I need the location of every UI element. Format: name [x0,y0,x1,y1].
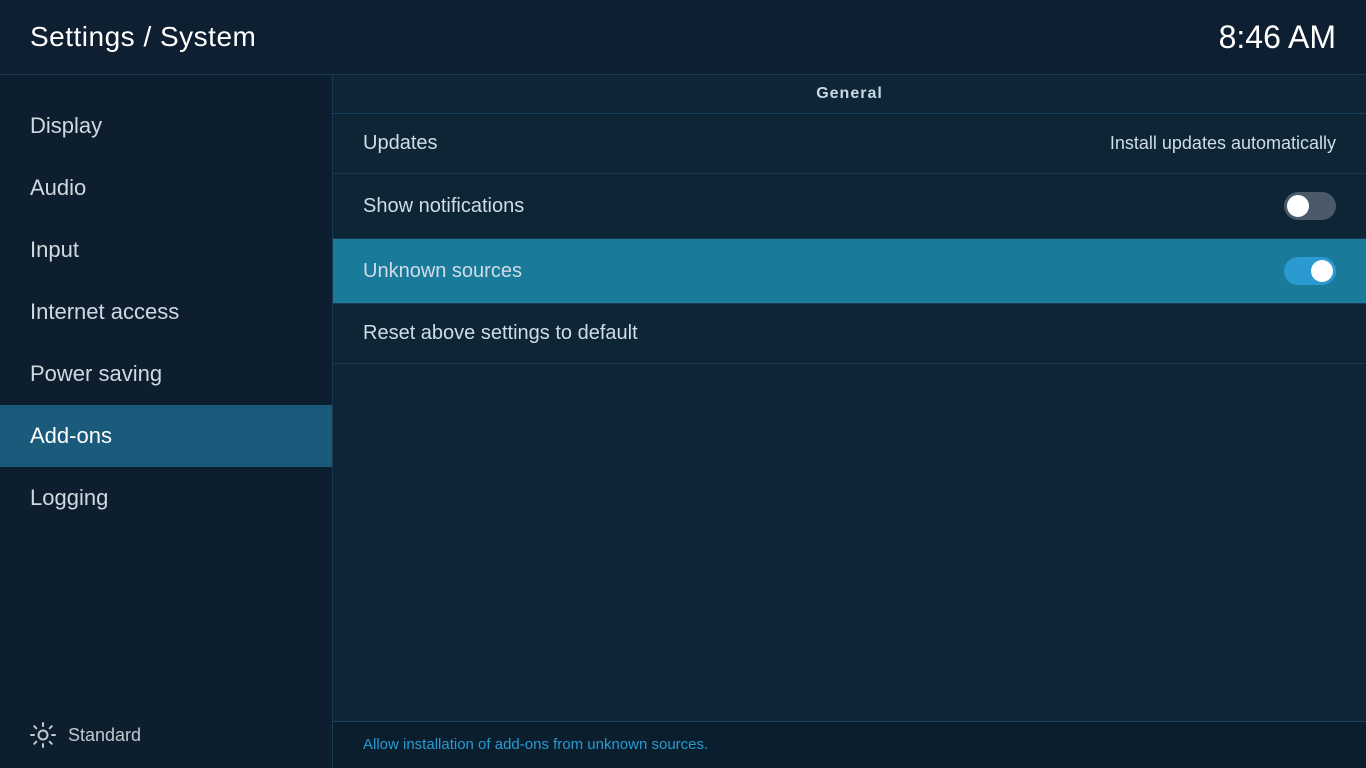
reset-label: Reset above settings to default [363,322,638,345]
setting-row-reset[interactable]: Reset above settings to default [333,304,1366,364]
toggle-knob-on [1311,260,1333,282]
setting-row-updates[interactable]: Updates Install updates automatically [333,114,1366,174]
toggle-knob [1287,195,1309,217]
updates-value: Install updates automatically [1110,133,1336,154]
sidebar-item-input[interactable]: Input [0,219,332,281]
sidebar-item-logging[interactable]: Logging [0,467,332,529]
sidebar-item-power-saving[interactable]: Power saving [0,343,332,405]
sidebar-footer: Standard [0,702,332,768]
setting-row-show-notifications[interactable]: Show notifications [333,174,1366,239]
header: Settings / System 8:46 AM [0,0,1366,75]
footer-description: Allow installation of add-ons from unkno… [363,736,708,753]
show-notifications-toggle[interactable] [1284,192,1336,220]
sidebar-item-audio[interactable]: Audio [0,157,332,219]
gear-icon [30,722,56,748]
standard-label: Standard [68,725,141,746]
setting-row-unknown-sources[interactable]: Unknown sources [333,239,1366,304]
updates-label: Updates [363,132,438,155]
content-area: General Updates Install updates automati… [333,75,1366,768]
settings-list: Updates Install updates automatically Sh… [333,114,1366,721]
sidebar: Display Audio Input Internet access Powe… [0,75,333,768]
page-title: Settings / System [30,21,256,53]
content-footer: Allow installation of add-ons from unkno… [333,721,1366,768]
sidebar-item-add-ons[interactable]: Add-ons [0,405,332,467]
sidebar-item-display[interactable]: Display [0,95,332,157]
unknown-sources-toggle[interactable] [1284,257,1336,285]
sidebar-item-internet-access[interactable]: Internet access [0,281,332,343]
clock: 8:46 AM [1219,19,1336,56]
section-header: General [333,75,1366,114]
show-notifications-label: Show notifications [363,195,524,218]
unknown-sources-label: Unknown sources [363,260,522,283]
main-layout: Display Audio Input Internet access Powe… [0,75,1366,768]
